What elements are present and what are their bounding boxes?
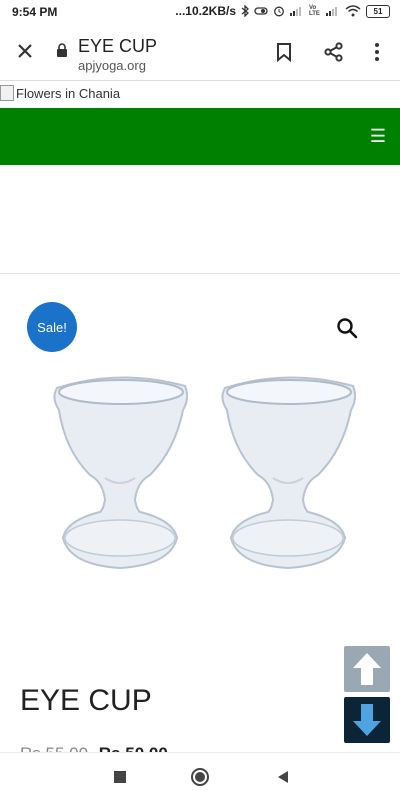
home-circle-icon bbox=[191, 768, 209, 786]
battery-icon: 51 bbox=[366, 4, 390, 18]
page-url[interactable]: apjyoga.org bbox=[78, 58, 146, 73]
network-speed: ...10.2KB/s bbox=[175, 4, 236, 18]
eye-cup-right bbox=[221, 376, 357, 570]
recent-apps-button[interactable] bbox=[110, 767, 130, 787]
broken-image-alt: Flowers in Chania bbox=[16, 85, 121, 101]
page-title: EYE CUP bbox=[78, 36, 158, 56]
share-button[interactable] bbox=[320, 38, 348, 66]
divider bbox=[0, 273, 400, 274]
volte-icon: Vo LTE bbox=[309, 5, 320, 17]
eye-cup-left bbox=[53, 376, 189, 570]
bluetooth-icon bbox=[241, 5, 249, 17]
back-triangle-icon bbox=[278, 771, 288, 783]
signal-2-icon bbox=[326, 7, 337, 16]
share-icon bbox=[324, 42, 343, 62]
home-button[interactable] bbox=[190, 767, 210, 787]
product-image[interactable] bbox=[45, 370, 365, 580]
arrow-up-icon bbox=[353, 653, 381, 685]
android-nav-bar bbox=[0, 752, 400, 801]
square-icon bbox=[114, 771, 126, 783]
close-button[interactable] bbox=[10, 36, 40, 66]
product-title: EYE CUP bbox=[20, 684, 152, 717]
browser-toolbar: EYE CUP apjyoga.org bbox=[0, 26, 400, 81]
scroll-down-button[interactable] bbox=[344, 697, 390, 743]
data-saver-icon bbox=[254, 7, 268, 15]
status-icons: ...10.2KB/s Vo LTE 51 bbox=[175, 4, 390, 18]
back-button[interactable] bbox=[273, 767, 293, 787]
search-icon bbox=[337, 318, 358, 339]
alarm-icon bbox=[274, 6, 284, 17]
more-vertical-icon bbox=[375, 43, 379, 61]
site-header-bar: ☰ bbox=[0, 108, 400, 165]
scroll-up-button[interactable] bbox=[344, 646, 390, 692]
wifi-icon bbox=[345, 5, 361, 17]
more-options-button[interactable] bbox=[365, 38, 393, 66]
zoom-button[interactable] bbox=[335, 316, 359, 340]
arrow-down-icon bbox=[353, 704, 381, 736]
bookmark-button[interactable] bbox=[270, 38, 298, 66]
sale-badge: Sale! bbox=[27, 302, 77, 352]
menu-icon[interactable]: ☰ bbox=[370, 126, 386, 147]
status-time: 9:54 PM bbox=[12, 5, 58, 19]
status-bar: 9:54 PM ...10.2KB/s Vo LTE 51 bbox=[0, 0, 400, 26]
broken-image-icon bbox=[0, 85, 14, 101]
bookmark-icon bbox=[277, 43, 291, 63]
close-icon bbox=[18, 44, 32, 58]
broken-image: Flowers in Chania bbox=[0, 85, 120, 101]
lock-icon bbox=[57, 43, 67, 57]
signal-icon bbox=[290, 7, 301, 16]
